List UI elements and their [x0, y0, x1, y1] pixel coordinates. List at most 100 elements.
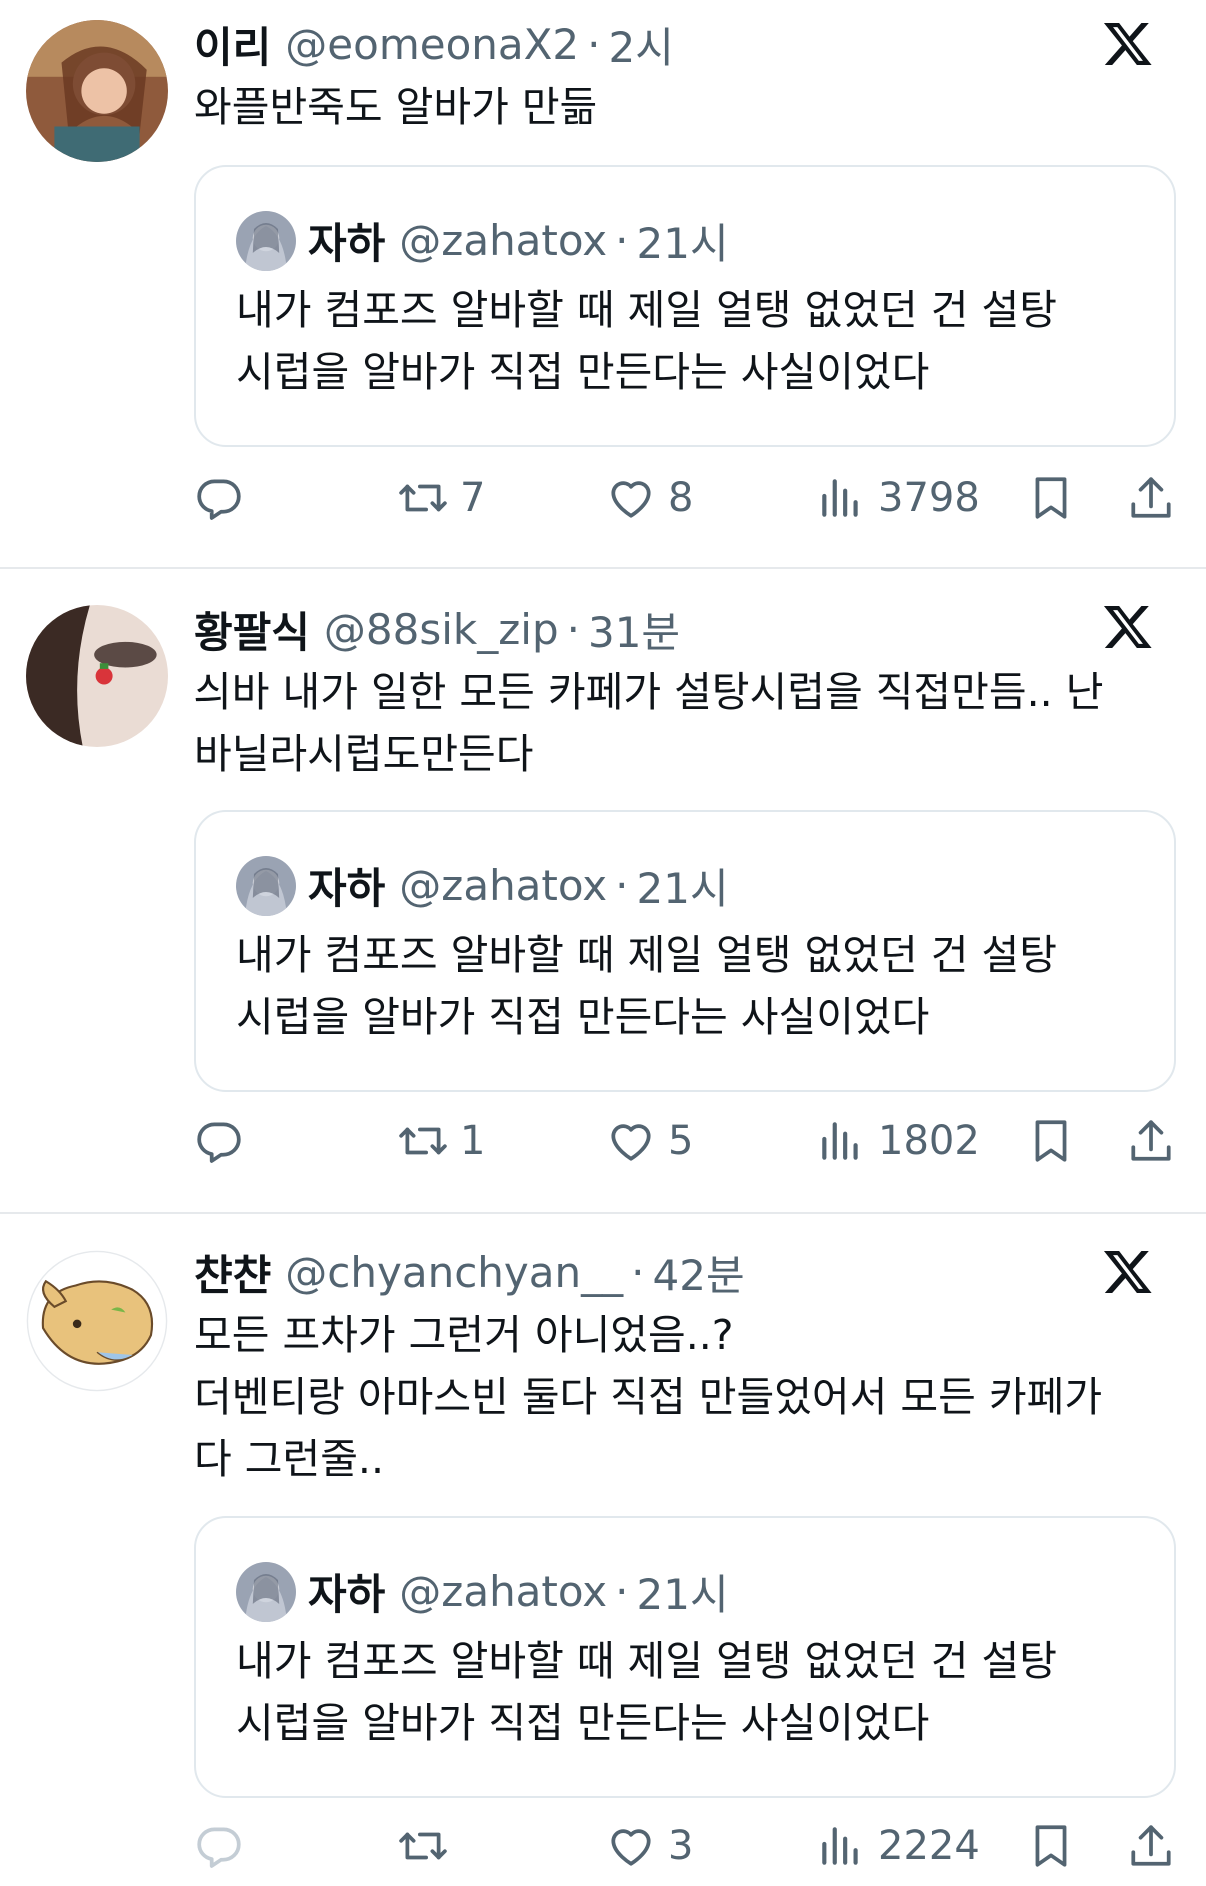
- views-button[interactable]: 3798: [816, 463, 980, 533]
- reply-button[interactable]: [194, 1106, 256, 1176]
- tweet-text-line: 바닐라시럽도만든다: [194, 730, 534, 778]
- quote-author-handle[interactable]: @zahatox: [399, 216, 607, 265]
- like-icon: [606, 1116, 656, 1166]
- bookmark-button[interactable]: [1026, 1106, 1076, 1176]
- retweet-button[interactable]: 1: [398, 1106, 485, 1176]
- views-button[interactable]: 2224: [816, 1811, 980, 1881]
- x-logo-icon: [1102, 1246, 1154, 1298]
- quote-text-line: 내가 컴포즈 알바할 때 제일 얼탱 없었던 건 설탕: [236, 286, 1057, 334]
- tweet-text-line: 모든 프차가 그런거 아니었음..?: [194, 1311, 734, 1359]
- action-bar: 1 5 1802: [194, 1106, 1184, 1176]
- quote-avatar: [236, 1562, 296, 1622]
- tweet-3[interactable]: 챤챤 @chyanchyan__ · 42분 모든 프차가 그런거 아니었음..…: [0, 1228, 1206, 1886]
- retweet-button[interactable]: 7: [398, 463, 485, 533]
- author-name[interactable]: 이리: [194, 14, 271, 75]
- views-icon: [816, 1116, 866, 1166]
- separator-dot: ·: [566, 604, 580, 654]
- quote-author-name[interactable]: 자하: [308, 1561, 385, 1622]
- quote-author-handle[interactable]: @zahatox: [399, 861, 607, 910]
- x-logo-icon: [1102, 18, 1154, 70]
- quote-text: 내가 컴포즈 알바할 때 제일 얼탱 없었던 건 설탕 시럽을 알바가 직접 만…: [236, 1630, 1057, 1754]
- bookmark-button[interactable]: [1026, 463, 1076, 533]
- avatar-photo: [26, 605, 168, 747]
- quoted-tweet[interactable]: 자하 @zahatox · 21시 내가 컴포즈 알바할 때 제일 얼탱 없었던…: [194, 1516, 1176, 1798]
- divider: [0, 1212, 1206, 1214]
- share-icon: [1126, 1821, 1176, 1871]
- quote-timestamp[interactable]: 21시: [637, 1561, 729, 1622]
- bookmark-button[interactable]: [1026, 1811, 1076, 1881]
- quote-author-name[interactable]: 자하: [308, 210, 385, 271]
- quote-author-name[interactable]: 자하: [308, 855, 385, 916]
- like-count: 3: [668, 1823, 694, 1869]
- views-count: 3798: [878, 475, 980, 521]
- tweet-text: 와플반죽도 알바가 만듦: [194, 76, 1174, 138]
- author-name[interactable]: 황팔식: [194, 599, 310, 660]
- timestamp[interactable]: 31분: [588, 599, 680, 660]
- retweet-icon: [398, 473, 448, 523]
- x-logo-icon: [1102, 601, 1154, 653]
- tweet-1[interactable]: 이리 @eomeonaX2 · 2시 와플반죽도 알바가 만듦 자하 @zaha…: [0, 0, 1206, 567]
- author-handle[interactable]: @chyanchyan__: [285, 1248, 623, 1297]
- quote-avatar: [236, 211, 296, 271]
- retweet-count: 1: [460, 1118, 486, 1164]
- retweet-icon: [398, 1116, 448, 1166]
- action-bar: 3 2224: [194, 1811, 1184, 1881]
- quoted-tweet[interactable]: 자하 @zahatox · 21시 내가 컴포즈 알바할 때 제일 얼탱 없었던…: [194, 810, 1176, 1092]
- quote-author-handle[interactable]: @zahatox: [399, 1567, 607, 1616]
- views-icon: [816, 1821, 866, 1871]
- like-button[interactable]: 3: [606, 1811, 693, 1881]
- quote-text-line: 시럽을 알바가 직접 만든다는 사실이었다: [236, 348, 930, 396]
- reply-icon: [194, 1116, 244, 1166]
- quoted-tweet[interactable]: 자하 @zahatox · 21시 내가 컴포즈 알바할 때 제일 얼탱 없었던…: [194, 165, 1176, 447]
- reply-button[interactable]: [194, 463, 256, 533]
- share-icon: [1126, 1116, 1176, 1166]
- retweet-icon: [398, 1821, 448, 1871]
- action-bar: 7 8 3798: [194, 463, 1184, 533]
- timestamp[interactable]: 2시: [608, 14, 673, 75]
- reply-icon: [194, 1821, 244, 1871]
- separator-dot: ·: [631, 1247, 645, 1297]
- avatar[interactable]: [26, 1250, 168, 1392]
- quote-text-line: 내가 컴포즈 알바할 때 제일 얼탱 없었던 건 설탕: [236, 1637, 1057, 1685]
- avatar[interactable]: [26, 20, 168, 162]
- timestamp[interactable]: 42분: [653, 1242, 745, 1303]
- tweet-text-line: 와플반죽도 알바가 만듦: [194, 83, 598, 131]
- bookmark-icon: [1026, 473, 1076, 523]
- share-icon: [1126, 473, 1176, 523]
- separator-dot: ·: [615, 860, 629, 910]
- share-button[interactable]: [1126, 1106, 1176, 1176]
- tweet-text-line: 더벤티랑 아마스빈 둘다 직접 만들었어서 모든 카페가: [194, 1373, 1103, 1421]
- views-button[interactable]: 1802: [816, 1106, 980, 1176]
- author-name[interactable]: 챤챤: [194, 1242, 271, 1303]
- tweet-2[interactable]: 황팔식 @88sik_zip · 31분 싀바 내가 일한 모든 카페가 설탕시…: [0, 583, 1206, 1210]
- quote-text-line: 내가 컴포즈 알바할 때 제일 얼탱 없었던 건 설탕: [236, 931, 1057, 979]
- tweet-text-line: 싀바 내가 일한 모든 카페가 설탕시럽을 직접만듬.. 난: [194, 668, 1104, 716]
- quote-timestamp[interactable]: 21시: [637, 210, 729, 271]
- like-button[interactable]: 5: [606, 1106, 693, 1176]
- quote-text: 내가 컴포즈 알바할 때 제일 얼탱 없었던 건 설탕 시럽을 알바가 직접 만…: [236, 279, 1057, 403]
- divider: [0, 567, 1206, 569]
- separator-dot: ·: [615, 1566, 629, 1616]
- retweet-count: 7: [460, 475, 486, 521]
- author-handle[interactable]: @88sik_zip: [324, 605, 559, 654]
- views-icon: [816, 473, 866, 523]
- like-icon: [606, 1821, 656, 1871]
- retweet-button[interactable]: [398, 1811, 460, 1881]
- separator-dot: ·: [587, 19, 601, 69]
- quote-avatar-image: [236, 211, 296, 271]
- author-handle[interactable]: @eomeonaX2: [285, 20, 579, 69]
- avatar[interactable]: [26, 605, 168, 747]
- tweet-text-line: 다 그런줄..: [194, 1435, 384, 1483]
- like-button[interactable]: 8: [606, 463, 693, 533]
- tweet-text: 모든 프차가 그런거 아니었음..? 더벤티랑 아마스빈 둘다 직접 만들었어서…: [194, 1304, 1174, 1490]
- quote-text-line: 시럽을 알바가 직접 만든다는 사실이었다: [236, 1699, 930, 1747]
- share-button[interactable]: [1126, 463, 1176, 533]
- views-count: 1802: [878, 1118, 980, 1164]
- share-button[interactable]: [1126, 1811, 1176, 1881]
- views-count: 2224: [878, 1823, 980, 1869]
- quote-text-line: 시럽을 알바가 직접 만든다는 사실이었다: [236, 993, 930, 1041]
- quote-timestamp[interactable]: 21시: [637, 855, 729, 916]
- avatar-illustration: [26, 1250, 168, 1392]
- reply-button[interactable]: [194, 1811, 256, 1881]
- avatar-photo: [26, 20, 168, 162]
